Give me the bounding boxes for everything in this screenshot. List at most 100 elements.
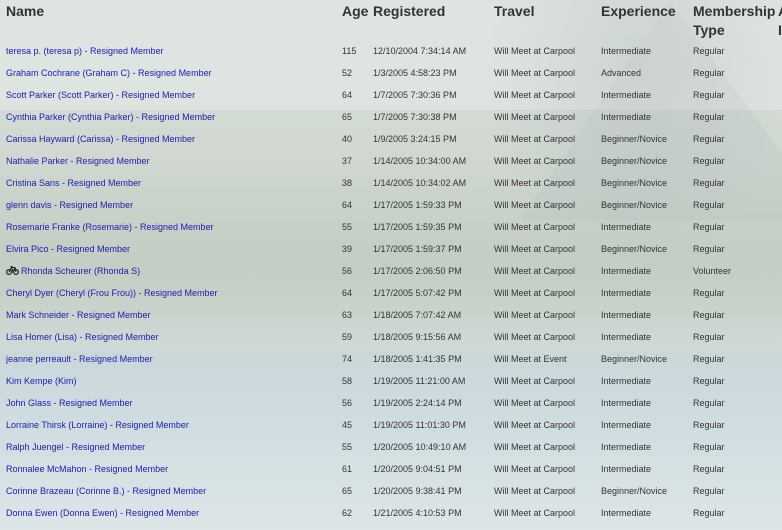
cell-experience: Intermediate xyxy=(601,464,652,474)
table-row: Ralph Juengel - Resigned Member 55 1/20/20… xyxy=(0,436,782,458)
member-name-link[interactable]: Ronnalee McMahon - Resigned Member xyxy=(6,464,168,474)
cell-membership-type: Regular xyxy=(693,112,725,122)
cell-age: 64 xyxy=(342,90,353,100)
cell-age: 55 xyxy=(342,442,353,452)
cell-cut-off xyxy=(778,436,782,458)
cell-cut-off xyxy=(778,150,782,172)
cell-experience: Beginner/Novice xyxy=(601,134,668,144)
cell-travel: Will Meet at Carpool xyxy=(494,310,576,320)
table-row: Lorraine Thirsk (Lorraine) - Resigned Me… xyxy=(0,414,782,436)
cell-name: Corinne Brazeau (Corinne B.) - Resigned … xyxy=(0,480,342,502)
cell-membership-type: Regular xyxy=(693,178,725,188)
table-row: Graham Cochrane (Graham C) - Resigned Me… xyxy=(0,62,782,84)
table-row: John Glass - Resigned Member 56 1/19/2005 … xyxy=(0,392,782,414)
cell-travel: Will Meet at Carpool xyxy=(494,508,576,518)
member-name-link[interactable]: Mark Schneider - Resigned Member xyxy=(6,310,151,320)
member-name-link[interactable]: John Glass - Resigned Member xyxy=(6,398,133,408)
member-name-link[interactable]: Rhonda Scheurer (Rhonda S) xyxy=(21,266,140,276)
cell-travel: Will Meet at Carpool xyxy=(494,90,576,100)
cell-registered: 1/18/2005 1:41:35 PM xyxy=(373,354,462,364)
table-row: Mark Schneider - Resigned Member 63 1/18/2… xyxy=(0,304,782,326)
cell-experience: Beginner/Novice xyxy=(601,354,668,364)
cell-experience: Intermediate xyxy=(601,420,652,430)
cell-experience: Intermediate xyxy=(601,398,652,408)
cell-registered: 1/7/2005 7:30:36 PM xyxy=(373,90,457,100)
member-name-link[interactable]: Cheryl Dyer (Cheryl (Frou Frou)) - Resig… xyxy=(6,288,218,298)
cell-age: 55 xyxy=(342,222,353,232)
bicycle-icon xyxy=(5,261,20,276)
table-row: Rhonda Scheurer (Rhonda S) 56 1/17/2005 2:… xyxy=(0,260,782,282)
cell-cut-off xyxy=(778,194,782,216)
cell-travel: Will Meet at Carpool xyxy=(494,288,576,298)
cell-travel: Will Meet at Carpool xyxy=(494,266,576,276)
member-name-link[interactable]: Lisa Homer (Lisa) - Resigned Member xyxy=(6,332,159,342)
cell-age: 64 xyxy=(342,200,353,210)
cell-age: 37 xyxy=(342,156,353,166)
member-name-link[interactable]: teresa p. (teresa p) - Resigned Member xyxy=(6,46,164,56)
cell-cut-off xyxy=(778,480,782,502)
cell-name: Ralph Juengel - Resigned Member xyxy=(0,436,342,458)
cell-cut-off xyxy=(778,40,782,62)
cell-travel: Will Meet at Carpool xyxy=(494,178,576,188)
table-row: jeanne perreault - Resigned Member 74 1/18… xyxy=(0,348,782,370)
cell-registered: 1/17/2005 1:59:37 PM xyxy=(373,244,462,254)
member-name-link[interactable]: Scott Parker (Scott Parker) - Resigned M… xyxy=(6,90,195,100)
column-header-name[interactable]: Name xyxy=(0,0,342,40)
cell-name: John Glass - Resigned Member xyxy=(0,392,342,414)
cell-name: Cristina Sans - Resigned Member xyxy=(0,172,342,194)
cell-membership-type: Regular xyxy=(693,288,725,298)
member-name-link[interactable]: jeanne perreault - Resigned Member xyxy=(6,354,153,364)
cell-age: 61 xyxy=(342,464,353,474)
cell-cut-off xyxy=(778,282,782,304)
cell-cut-off xyxy=(778,458,782,480)
cell-membership-type: Regular xyxy=(693,354,725,364)
cell-cut-off xyxy=(778,260,782,282)
member-name-link[interactable]: Elvira Pico - Resigned Member xyxy=(6,244,130,254)
cell-name: glenn davis - Resigned Member xyxy=(0,194,342,216)
cell-cut-off xyxy=(778,348,782,370)
participants-table: Name Age Registered Travel Experience Me… xyxy=(0,0,782,524)
cell-registered: 1/18/2005 7:07:42 AM xyxy=(373,310,462,320)
cell-cut-off xyxy=(778,326,782,348)
member-name-link[interactable]: Donna Ewen (Donna Ewen) - Resigned Membe… xyxy=(6,508,199,518)
member-name-link[interactable]: Ralph Juengel - Resigned Member xyxy=(6,442,145,452)
cell-age: 58 xyxy=(342,376,353,386)
cell-membership-type: Regular xyxy=(693,464,725,474)
cell-name: Rosemarie Franke (Rosemarie) - Resigned … xyxy=(0,216,342,238)
member-name-link[interactable]: Cynthia Parker (Cynthia Parker) - Resign… xyxy=(6,112,215,122)
table-row: Cynthia Parker (Cynthia Parker) - Resign… xyxy=(0,106,782,128)
member-name-link[interactable]: Rosemarie Franke (Rosemarie) - Resigned … xyxy=(6,222,214,232)
member-name-link[interactable]: Corinne Brazeau (Corinne B.) - Resigned … xyxy=(6,486,206,496)
column-header-experience[interactable]: Experience xyxy=(601,0,693,40)
cut-off-header-line1: A xyxy=(778,3,782,19)
column-header-cut-off[interactable]: AI xyxy=(778,0,782,40)
table-row: Kim Kempe (Kim) 58 1/19/2005 11:21:00 AM Wi… xyxy=(0,370,782,392)
member-name-link[interactable]: Nathalie Parker - Resigned Member xyxy=(6,156,150,166)
cell-registered: 1/17/2005 2:06:50 PM xyxy=(373,266,462,276)
cell-name: jeanne perreault - Resigned Member xyxy=(0,348,342,370)
column-header-registered[interactable]: Registered xyxy=(373,0,494,40)
cell-membership-type: Regular xyxy=(693,486,725,496)
table-row: Nathalie Parker - Resigned Member 37 1/14/… xyxy=(0,150,782,172)
column-header-age[interactable]: Age xyxy=(342,0,373,40)
member-name-link[interactable]: glenn davis - Resigned Member xyxy=(6,200,133,210)
member-name-link[interactable]: Cristina Sans - Resigned Member xyxy=(6,178,141,188)
cell-membership-type: Regular xyxy=(693,332,725,342)
member-name-link[interactable]: Carissa Hayward (Carissa) - Resigned Mem… xyxy=(6,134,195,144)
member-name-link[interactable]: Kim Kempe (Kim) xyxy=(6,376,77,386)
cell-registered: 1/17/2005 5:07:42 PM xyxy=(373,288,462,298)
table-body: teresa p. (teresa p) - Resigned Member 11… xyxy=(0,40,782,524)
table-row: Donna Ewen (Donna Ewen) - Resigned Membe… xyxy=(0,502,782,524)
cell-name: Scott Parker (Scott Parker) - Resigned M… xyxy=(0,84,342,106)
cell-travel: Will Meet at Carpool xyxy=(494,68,576,78)
table-row: Scott Parker (Scott Parker) - Resigned M… xyxy=(0,84,782,106)
member-name-link[interactable]: Graham Cochrane (Graham C) - Resigned Me… xyxy=(6,68,212,78)
column-header-membership-type[interactable]: Membership Type xyxy=(693,0,778,40)
cell-registered: 1/19/2005 11:21:00 AM xyxy=(373,376,466,386)
member-name-link[interactable]: Lorraine Thirsk (Lorraine) - Resigned Me… xyxy=(6,420,189,430)
column-header-travel[interactable]: Travel xyxy=(494,0,601,40)
cell-travel: Will Meet at Carpool xyxy=(494,244,576,254)
cell-experience: Intermediate xyxy=(601,332,652,342)
cell-experience: Intermediate xyxy=(601,90,652,100)
cell-name: Kim Kempe (Kim) xyxy=(0,370,342,392)
